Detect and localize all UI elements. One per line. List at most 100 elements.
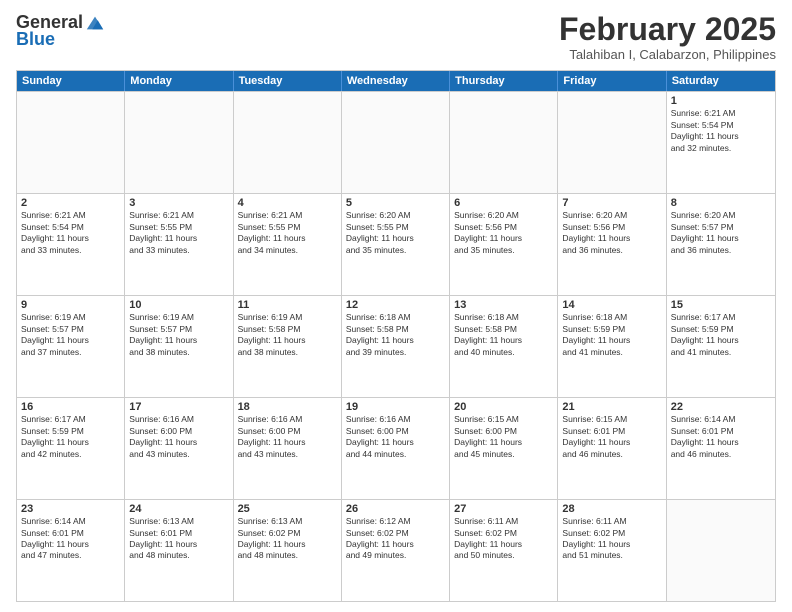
day-info: Sunrise: 6:17 AM Sunset: 5:59 PM Dayligh… <box>671 312 771 358</box>
logo-blue: Blue <box>16 29 55 50</box>
day-number: 18 <box>238 401 337 413</box>
calendar: SundayMondayTuesdayWednesdayThursdayFrid… <box>16 70 776 602</box>
day-number: 9 <box>21 299 120 311</box>
day-number: 8 <box>671 197 771 209</box>
header-day-monday: Monday <box>125 71 233 91</box>
calendar-week-1: 1Sunrise: 6:21 AM Sunset: 5:54 PM Daylig… <box>17 91 775 193</box>
day-number: 17 <box>129 401 228 413</box>
calendar-cell: 13Sunrise: 6:18 AM Sunset: 5:58 PM Dayli… <box>450 296 558 397</box>
page: General Blue February 2025 Talahiban I, … <box>0 0 792 612</box>
title-section: February 2025 Talahiban I, Calabarzon, P… <box>559 12 776 62</box>
day-number: 15 <box>671 299 771 311</box>
day-number: 11 <box>238 299 337 311</box>
day-info: Sunrise: 6:11 AM Sunset: 6:02 PM Dayligh… <box>454 516 553 562</box>
calendar-cell: 19Sunrise: 6:16 AM Sunset: 6:00 PM Dayli… <box>342 398 450 499</box>
day-number: 19 <box>346 401 445 413</box>
day-info: Sunrise: 6:21 AM Sunset: 5:55 PM Dayligh… <box>238 210 337 256</box>
day-info: Sunrise: 6:18 AM Sunset: 5:58 PM Dayligh… <box>346 312 445 358</box>
subtitle: Talahiban I, Calabarzon, Philippines <box>559 47 776 62</box>
day-number: 4 <box>238 197 337 209</box>
day-info: Sunrise: 6:19 AM Sunset: 5:57 PM Dayligh… <box>21 312 120 358</box>
day-number: 3 <box>129 197 228 209</box>
day-number: 21 <box>562 401 661 413</box>
day-info: Sunrise: 6:13 AM Sunset: 6:01 PM Dayligh… <box>129 516 228 562</box>
calendar-cell: 22Sunrise: 6:14 AM Sunset: 6:01 PM Dayli… <box>667 398 775 499</box>
day-info: Sunrise: 6:20 AM Sunset: 5:56 PM Dayligh… <box>562 210 661 256</box>
calendar-cell: 11Sunrise: 6:19 AM Sunset: 5:58 PM Dayli… <box>234 296 342 397</box>
calendar-cell: 4Sunrise: 6:21 AM Sunset: 5:55 PM Daylig… <box>234 194 342 295</box>
calendar-cell: 7Sunrise: 6:20 AM Sunset: 5:56 PM Daylig… <box>558 194 666 295</box>
day-number: 28 <box>562 503 661 515</box>
header-day-friday: Friday <box>558 71 666 91</box>
calendar-cell <box>342 92 450 193</box>
day-number: 2 <box>21 197 120 209</box>
day-number: 13 <box>454 299 553 311</box>
calendar-week-3: 9Sunrise: 6:19 AM Sunset: 5:57 PM Daylig… <box>17 295 775 397</box>
logo: General Blue <box>16 12 105 50</box>
calendar-cell: 24Sunrise: 6:13 AM Sunset: 6:01 PM Dayli… <box>125 500 233 601</box>
calendar-week-5: 23Sunrise: 6:14 AM Sunset: 6:01 PM Dayli… <box>17 499 775 601</box>
day-number: 1 <box>671 95 771 107</box>
calendar-cell: 6Sunrise: 6:20 AM Sunset: 5:56 PM Daylig… <box>450 194 558 295</box>
day-number: 20 <box>454 401 553 413</box>
calendar-cell <box>558 92 666 193</box>
calendar-cell: 17Sunrise: 6:16 AM Sunset: 6:00 PM Dayli… <box>125 398 233 499</box>
day-info: Sunrise: 6:17 AM Sunset: 5:59 PM Dayligh… <box>21 414 120 460</box>
calendar-cell: 1Sunrise: 6:21 AM Sunset: 5:54 PM Daylig… <box>667 92 775 193</box>
day-info: Sunrise: 6:21 AM Sunset: 5:54 PM Dayligh… <box>671 108 771 154</box>
calendar-cell: 25Sunrise: 6:13 AM Sunset: 6:02 PM Dayli… <box>234 500 342 601</box>
calendar-body: 1Sunrise: 6:21 AM Sunset: 5:54 PM Daylig… <box>17 91 775 601</box>
day-number: 12 <box>346 299 445 311</box>
calendar-cell: 20Sunrise: 6:15 AM Sunset: 6:00 PM Dayli… <box>450 398 558 499</box>
calendar-cell: 23Sunrise: 6:14 AM Sunset: 6:01 PM Dayli… <box>17 500 125 601</box>
calendar-cell: 28Sunrise: 6:11 AM Sunset: 6:02 PM Dayli… <box>558 500 666 601</box>
day-info: Sunrise: 6:16 AM Sunset: 6:00 PM Dayligh… <box>129 414 228 460</box>
calendar-cell <box>234 92 342 193</box>
day-info: Sunrise: 6:14 AM Sunset: 6:01 PM Dayligh… <box>671 414 771 460</box>
calendar-cell: 2Sunrise: 6:21 AM Sunset: 5:54 PM Daylig… <box>17 194 125 295</box>
calendar-cell: 14Sunrise: 6:18 AM Sunset: 5:59 PM Dayli… <box>558 296 666 397</box>
day-info: Sunrise: 6:15 AM Sunset: 6:00 PM Dayligh… <box>454 414 553 460</box>
day-number: 27 <box>454 503 553 515</box>
day-info: Sunrise: 6:13 AM Sunset: 6:02 PM Dayligh… <box>238 516 337 562</box>
header-day-tuesday: Tuesday <box>234 71 342 91</box>
day-number: 6 <box>454 197 553 209</box>
month-title: February 2025 <box>559 12 776 47</box>
calendar-cell: 27Sunrise: 6:11 AM Sunset: 6:02 PM Dayli… <box>450 500 558 601</box>
calendar-cell: 16Sunrise: 6:17 AM Sunset: 5:59 PM Dayli… <box>17 398 125 499</box>
header: General Blue February 2025 Talahiban I, … <box>16 12 776 62</box>
day-number: 25 <box>238 503 337 515</box>
day-info: Sunrise: 6:11 AM Sunset: 6:02 PM Dayligh… <box>562 516 661 562</box>
calendar-cell <box>17 92 125 193</box>
calendar-cell <box>125 92 233 193</box>
day-info: Sunrise: 6:20 AM Sunset: 5:55 PM Dayligh… <box>346 210 445 256</box>
calendar-cell: 12Sunrise: 6:18 AM Sunset: 5:58 PM Dayli… <box>342 296 450 397</box>
calendar-cell <box>667 500 775 601</box>
day-number: 16 <box>21 401 120 413</box>
day-info: Sunrise: 6:12 AM Sunset: 6:02 PM Dayligh… <box>346 516 445 562</box>
day-number: 24 <box>129 503 228 515</box>
logo-icon <box>85 14 105 32</box>
calendar-cell: 18Sunrise: 6:16 AM Sunset: 6:00 PM Dayli… <box>234 398 342 499</box>
header-day-saturday: Saturday <box>667 71 775 91</box>
day-number: 22 <box>671 401 771 413</box>
day-info: Sunrise: 6:20 AM Sunset: 5:56 PM Dayligh… <box>454 210 553 256</box>
day-info: Sunrise: 6:16 AM Sunset: 6:00 PM Dayligh… <box>238 414 337 460</box>
calendar-cell: 26Sunrise: 6:12 AM Sunset: 6:02 PM Dayli… <box>342 500 450 601</box>
day-info: Sunrise: 6:16 AM Sunset: 6:00 PM Dayligh… <box>346 414 445 460</box>
calendar-cell: 8Sunrise: 6:20 AM Sunset: 5:57 PM Daylig… <box>667 194 775 295</box>
day-number: 5 <box>346 197 445 209</box>
calendar-cell: 15Sunrise: 6:17 AM Sunset: 5:59 PM Dayli… <box>667 296 775 397</box>
calendar-week-2: 2Sunrise: 6:21 AM Sunset: 5:54 PM Daylig… <box>17 193 775 295</box>
day-info: Sunrise: 6:21 AM Sunset: 5:54 PM Dayligh… <box>21 210 120 256</box>
header-day-wednesday: Wednesday <box>342 71 450 91</box>
day-number: 14 <box>562 299 661 311</box>
calendar-cell: 5Sunrise: 6:20 AM Sunset: 5:55 PM Daylig… <box>342 194 450 295</box>
calendar-week-4: 16Sunrise: 6:17 AM Sunset: 5:59 PM Dayli… <box>17 397 775 499</box>
day-number: 23 <box>21 503 120 515</box>
day-info: Sunrise: 6:15 AM Sunset: 6:01 PM Dayligh… <box>562 414 661 460</box>
day-info: Sunrise: 6:18 AM Sunset: 5:59 PM Dayligh… <box>562 312 661 358</box>
calendar-header: SundayMondayTuesdayWednesdayThursdayFrid… <box>17 71 775 91</box>
calendar-cell: 10Sunrise: 6:19 AM Sunset: 5:57 PM Dayli… <box>125 296 233 397</box>
day-info: Sunrise: 6:19 AM Sunset: 5:57 PM Dayligh… <box>129 312 228 358</box>
